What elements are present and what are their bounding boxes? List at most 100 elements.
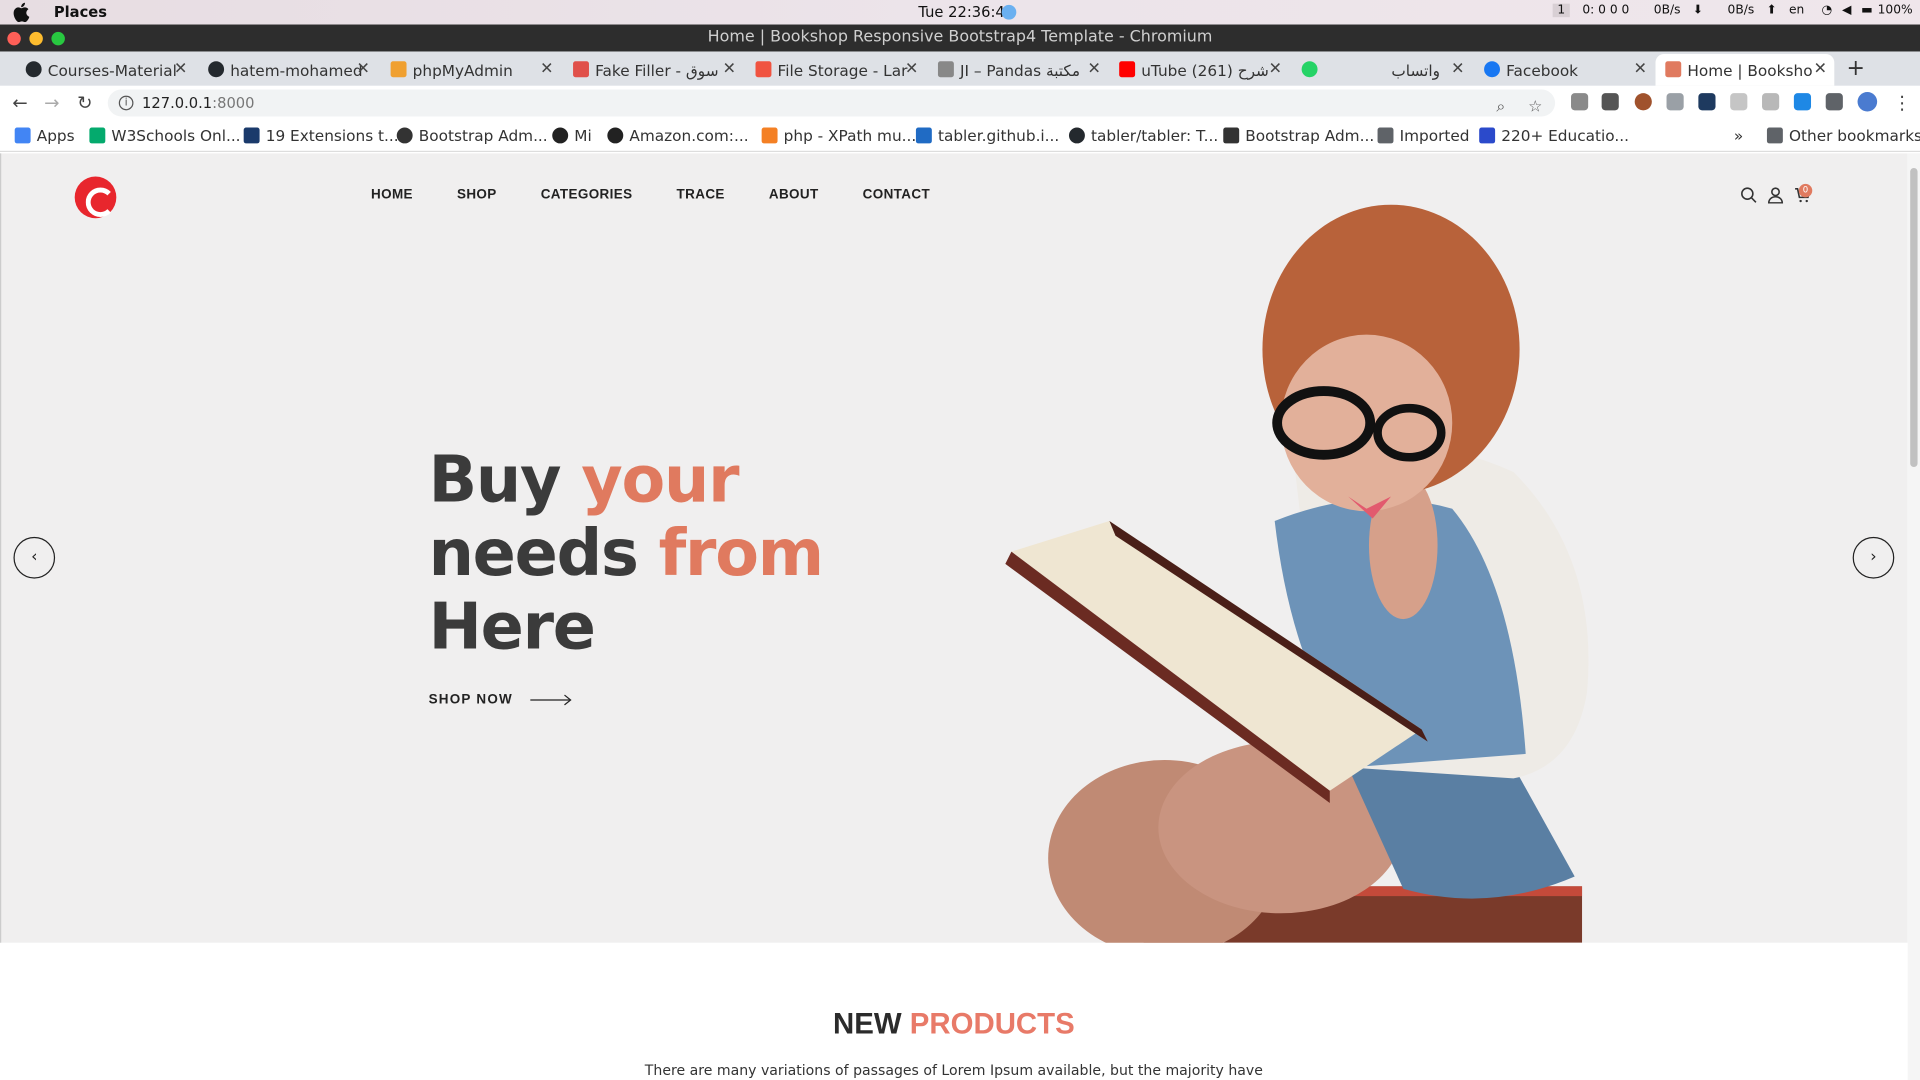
forward-arrow-icon[interactable]: → <box>44 92 59 114</box>
search-icon[interactable] <box>1740 186 1757 203</box>
bookmark-19-extensions[interactable]: 19 Extensions t... <box>243 126 399 145</box>
apple-icon[interactable] <box>12 2 30 23</box>
new-tab-button[interactable]: + <box>1847 55 1865 81</box>
bookmark-bootstrap-admin[interactable]: Bootstrap Adm... <box>396 126 548 145</box>
tab-label: JI – Pandas مكتبة <box>960 60 1081 80</box>
headline-word-accent: from <box>658 517 825 591</box>
bookmark-favicon <box>1223 127 1240 144</box>
bookmark-favicon <box>396 127 413 144</box>
arrow-right-icon[interactable] <box>530 693 572 708</box>
tab-whatsapp[interactable]: واتساب ✕ <box>1299 54 1467 86</box>
bookmark-tabler-repo[interactable]: tabler/tabler: T... <box>1068 126 1219 145</box>
bookmarks-overflow-chevron-icon[interactable]: » <box>1734 126 1743 144</box>
github-icon <box>1068 127 1085 144</box>
fake-filler-icon <box>573 61 589 78</box>
back-arrow-icon[interactable]: ← <box>12 92 27 114</box>
maximize-window-button[interactable] <box>51 31 65 46</box>
user-icon[interactable] <box>1767 186 1784 204</box>
volume-icon[interactable]: ◀ <box>1842 4 1851 17</box>
menu-kebab-icon[interactable]: ⋮ <box>1893 92 1911 114</box>
vuejs-devtools-icon[interactable] <box>1571 93 1589 111</box>
scrollbar-thumb[interactable] <box>1910 167 1918 468</box>
bookmark-label: Imported <box>1399 126 1470 145</box>
cookie-icon[interactable] <box>1634 93 1652 111</box>
tab-label: hatem-mohamed <box>230 60 363 80</box>
close-tab-icon[interactable]: ✕ <box>174 60 187 78</box>
tab-fake-filler[interactable]: Fake Filler - سوق ✕ <box>571 54 739 86</box>
tab-courses-material[interactable]: Courses-Material ✕ <box>23 54 190 86</box>
workspace-indicator[interactable]: 1 <box>1552 3 1571 18</box>
keyboard-layout[interactable]: en <box>1789 4 1804 17</box>
extension-f-icon[interactable] <box>1793 93 1812 111</box>
tab-home-bookshop[interactable]: Home | Booksho ✕ <box>1655 53 1835 86</box>
puzzle-icon[interactable] <box>1825 93 1843 111</box>
amazon-icon <box>607 127 624 144</box>
nav-trace[interactable]: TRACE <box>677 188 725 203</box>
close-tab-icon[interactable]: ✕ <box>540 60 553 78</box>
bookmark-mi[interactable]: Mi <box>552 126 592 145</box>
nav-about[interactable]: ABOUT <box>769 188 819 203</box>
close-tab-icon[interactable]: ✕ <box>1451 60 1464 78</box>
bookmark-bootstrap-admin-2[interactable]: Bootstrap Adm... <box>1223 126 1374 145</box>
bookmark-amazon[interactable]: Amazon.com:... <box>607 126 749 145</box>
window-title-bar: Home | Bookshop Responsive Bootstrap4 Te… <box>0 24 1920 52</box>
wifi-icon[interactable]: ◔ <box>1821 4 1832 17</box>
hero-headline: Buy your needs from Here <box>429 443 825 665</box>
bookmark-220-education[interactable]: 220+ Educatio... <box>1479 126 1629 145</box>
headline-word-accent: your <box>581 443 739 518</box>
bookmark-folder-other[interactable]: Other bookmarks <box>1766 126 1920 145</box>
site-logo[interactable] <box>74 176 117 219</box>
slider-prev-button[interactable]: ‹ <box>13 536 56 579</box>
bookmark-label: 19 Extensions t... <box>265 126 399 145</box>
close-tab-icon[interactable]: ✕ <box>1087 60 1100 78</box>
tab-file-storage[interactable]: File Storage - Lar ✕ <box>753 54 921 86</box>
clock[interactable]: Tue 22:36:40 <box>918 4 1014 21</box>
bookmark-label: Amazon.com:... <box>629 126 749 145</box>
bookmark-label: tabler/tabler: T... <box>1091 126 1219 145</box>
close-tab-icon[interactable]: ✕ <box>905 60 918 78</box>
clipboard-icon[interactable] <box>1666 93 1684 111</box>
extension-user-icon[interactable] <box>1601 93 1619 111</box>
nav-contact[interactable]: CONTACT <box>863 188 930 203</box>
extension-grid-icon[interactable] <box>1730 93 1748 111</box>
download-rate: 0B/s <box>1653 3 1681 18</box>
close-tab-icon[interactable]: ✕ <box>356 60 369 78</box>
bookmark-php-xpath[interactable]: php - XPath mu... <box>761 126 917 145</box>
close-window-button[interactable] <box>7 31 21 46</box>
close-tab-icon[interactable]: ✕ <box>1634 60 1647 78</box>
bookmark-label: Mi <box>574 126 592 145</box>
reload-icon[interactable]: ↻ <box>77 92 92 114</box>
upload-arrow-icon: ⬆ <box>1766 3 1777 18</box>
bookmark-w3schools[interactable]: W3Schools Onl... <box>89 126 241 145</box>
zoom-search-icon[interactable]: ⌕ <box>1496 94 1505 121</box>
close-tab-icon[interactable]: ✕ <box>1269 60 1282 78</box>
bookmark-label: php - XPath mu... <box>783 126 917 145</box>
tab-hatem-mohamed[interactable]: hatem-mohamed ✕ <box>206 54 373 86</box>
tab-pandas[interactable]: JI – Pandas مكتبة ✕ <box>936 54 1104 86</box>
bookmark-folder-imported[interactable]: Imported <box>1377 126 1470 145</box>
tab-phpmyadmin[interactable]: phpMyAdmin ✕ <box>388 54 556 86</box>
bookmark-tabler-github-io[interactable]: tabler.github.i... <box>915 126 1059 145</box>
nav-shop[interactable]: SHOP <box>457 188 497 203</box>
close-tab-icon[interactable]: ✕ <box>1814 60 1827 78</box>
close-tab-icon[interactable]: ✕ <box>723 60 736 78</box>
page-scrollbar[interactable] <box>1907 153 1920 1080</box>
battery-icon[interactable]: ▬ <box>1861 4 1873 17</box>
shop-now-link[interactable]: SHOP NOW <box>429 693 513 708</box>
bookmark-star-icon[interactable]: ☆ <box>1528 94 1542 121</box>
pin-icon[interactable] <box>1762 93 1780 111</box>
bookmark-apps[interactable]: Apps <box>14 126 75 145</box>
slider-next-button[interactable]: › <box>1852 536 1895 579</box>
nav-categories[interactable]: CATEGORIES <box>541 188 633 203</box>
app-menu-places[interactable]: Places <box>54 4 107 21</box>
site-info-icon[interactable]: i <box>118 95 134 111</box>
tab-youtube[interactable]: uTube (261) شرح ✕ <box>1117 54 1285 86</box>
extension-x-icon[interactable] <box>1698 93 1716 111</box>
tab-facebook[interactable]: Facebook ✕ <box>1482 54 1650 86</box>
nav-home[interactable]: HOME <box>371 188 413 203</box>
minimize-window-button[interactable] <box>29 31 43 46</box>
bookmark-label: W3Schools Onl... <box>111 126 241 145</box>
url-host: 127.0.0.1 <box>142 94 213 112</box>
profile-avatar[interactable] <box>1857 91 1878 112</box>
address-bar[interactable]: i 127.0.0.1:8000 ⌕ ☆ <box>107 89 1556 117</box>
